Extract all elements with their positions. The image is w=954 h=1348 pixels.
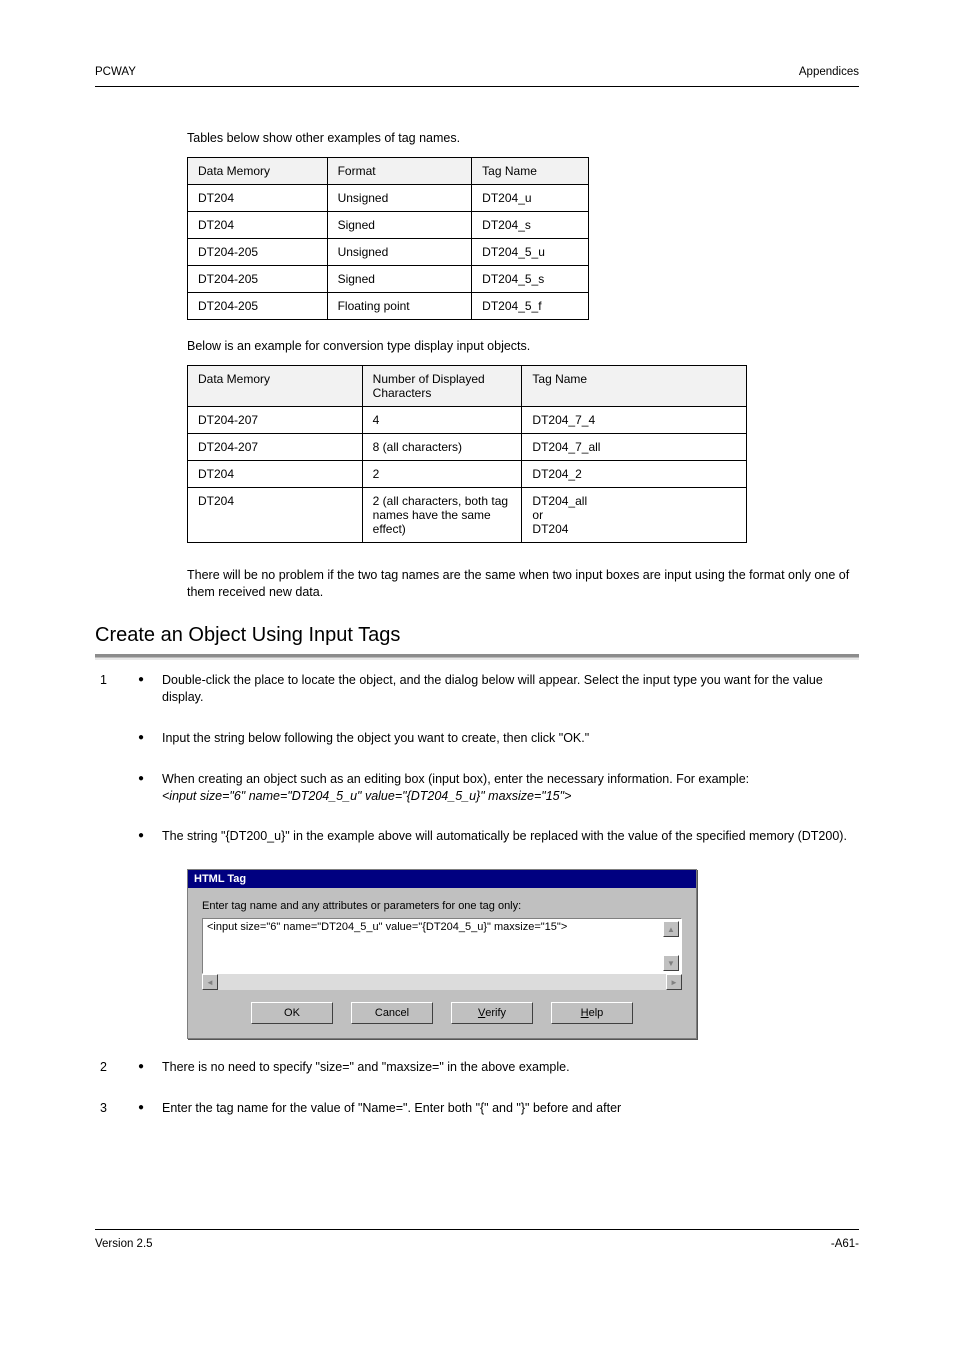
footer-right: -A61-: [831, 1238, 859, 1250]
step-3-code: <input size="6" name="DT204_5_u" value="…: [162, 789, 571, 803]
cancel-button[interactable]: Cancel: [351, 1002, 433, 1024]
table-row: DT204-205SignedDT204_5_s: [188, 265, 589, 292]
step-5-num: 2: [100, 1059, 107, 1076]
table-row: DT2042 (all characters, both tag names h…: [188, 487, 747, 542]
table-cell: DT204_5_u: [472, 238, 589, 265]
table-cell: DT204: [188, 487, 363, 542]
table-cell: DT204_7_all: [522, 433, 747, 460]
page-footer: Version 2.5 -A61-: [95, 1238, 859, 1250]
table-row: DT204-205UnsignedDT204_5_u: [188, 238, 589, 265]
step-2-text: Input the string below following the obj…: [162, 731, 589, 745]
table-2: Data Memory Number of Displayed Characte…: [187, 365, 747, 543]
step-5: 2 There is no need to specify "size=" an…: [130, 1059, 859, 1076]
table-cell: DT204-207: [188, 406, 363, 433]
table-cell: DT204-205: [188, 265, 328, 292]
table-cell: DT204-207: [188, 433, 363, 460]
intro-text: Tables below show other examples of tag …: [187, 130, 859, 147]
table-row: DT204-2074DT204_7_4: [188, 406, 747, 433]
horizontal-scrollbar[interactable]: ◄ ►: [202, 974, 682, 990]
table-cell: 2: [362, 460, 522, 487]
table-cell: 8 (all characters): [362, 433, 522, 460]
help-button[interactable]: Help: [551, 1002, 633, 1024]
table-row: DT204UnsignedDT204_u: [188, 184, 589, 211]
table-cell: DT204: [188, 184, 328, 211]
ok-button[interactable]: OK: [251, 1002, 333, 1024]
table-cell: DT204_u: [472, 184, 589, 211]
t1-h3: Tag Name: [472, 157, 589, 184]
page-header: PCWAY Appendices: [95, 66, 859, 78]
header-right: Appendices: [799, 66, 859, 78]
table-cell: DT204: [188, 460, 363, 487]
section-bar: [95, 654, 859, 660]
table-cell: DT204_s: [472, 211, 589, 238]
between-text: Below is an example for conversion type …: [187, 338, 859, 355]
dialog-textarea[interactable]: <input size="6" name="DT204_5_u" value="…: [202, 918, 682, 974]
t1-h1: Data Memory: [188, 157, 328, 184]
scroll-down-icon[interactable]: ▼: [663, 955, 679, 971]
step-1-num: 1: [100, 672, 107, 689]
html-tag-dialog: HTML Tag Enter tag name and any attribut…: [187, 869, 697, 1039]
table-row: DT204-205Floating pointDT204_5_f: [188, 292, 589, 319]
dialog-textarea-value: <input size="6" name="DT204_5_u" value="…: [207, 921, 567, 933]
section-heading: Create an Object Using Input Tags: [95, 624, 400, 647]
step-3: When creating an object such as an editi…: [130, 771, 859, 805]
table-cell: DT204: [188, 211, 328, 238]
t2-h1: Data Memory: [188, 365, 363, 406]
table-cell: DT204_5_s: [472, 265, 589, 292]
table-cell: DT204-205: [188, 238, 328, 265]
table-row: DT204SignedDT204_s: [188, 211, 589, 238]
step-1: 1 Double-click the place to locate the o…: [130, 672, 859, 706]
table-cell: Signed: [327, 265, 472, 292]
table-cell: Unsigned: [327, 184, 472, 211]
after-text: There will be no problem if the two tag …: [187, 567, 859, 601]
header-left: PCWAY: [95, 66, 136, 78]
table-cell: Floating point: [327, 292, 472, 319]
step-3-text: When creating an object such as an editi…: [162, 772, 749, 786]
t1-h2: Format: [327, 157, 472, 184]
table-cell: DT204-205: [188, 292, 328, 319]
footer-rule: [95, 1229, 859, 1230]
table-cell: 2 (all characters, both tag names have t…: [362, 487, 522, 542]
table-cell: 4: [362, 406, 522, 433]
dialog-label: Enter tag name and any attributes or par…: [202, 900, 682, 912]
table-cell: Signed: [327, 211, 472, 238]
step-6-num: 3: [100, 1100, 107, 1117]
table-row: DT204-2078 (all characters)DT204_7_all: [188, 433, 747, 460]
header-rule: [95, 86, 859, 87]
step-5-text: There is no need to specify "size=" and …: [162, 1060, 570, 1074]
table-cell: DT204_all or DT204: [522, 487, 747, 542]
table-cell: DT204_5_f: [472, 292, 589, 319]
footer-left: Version 2.5: [95, 1238, 153, 1250]
step-2: Input the string below following the obj…: [130, 730, 859, 747]
dialog-title: HTML Tag: [188, 870, 696, 888]
step-6-text: Enter the tag name for the value of "Nam…: [162, 1101, 621, 1115]
step-4: The string "{DT200_u}" in the example ab…: [130, 828, 859, 845]
table-cell: Unsigned: [327, 238, 472, 265]
verify-button[interactable]: Verify: [451, 1002, 533, 1024]
scroll-up-icon[interactable]: ▲: [663, 921, 679, 937]
step-1-text: Double-click the place to locate the obj…: [162, 673, 823, 704]
step-6: 3 Enter the tag name for the value of "N…: [130, 1100, 859, 1117]
table-row: DT2042DT204_2: [188, 460, 747, 487]
t2-h2: Number of Displayed Characters: [362, 365, 522, 406]
step-4-text: The string "{DT200_u}" in the example ab…: [162, 829, 847, 843]
t2-h3: Tag Name: [522, 365, 747, 406]
table-1: Data Memory Format Tag Name DT204Unsigne…: [187, 157, 589, 320]
table-cell: DT204_7_4: [522, 406, 747, 433]
scroll-left-icon[interactable]: ◄: [202, 974, 218, 990]
table-cell: DT204_2: [522, 460, 747, 487]
scroll-right-icon[interactable]: ►: [666, 974, 682, 990]
